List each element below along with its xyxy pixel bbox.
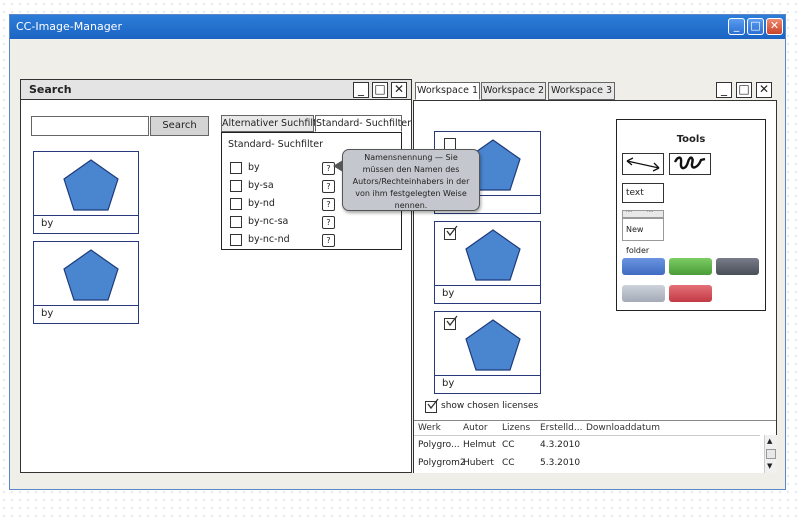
license-table: Werk Autor Lizens Erstelld... Downloadda… bbox=[414, 420, 777, 473]
check-icon bbox=[427, 398, 439, 410]
tooltip-pointer bbox=[333, 160, 343, 172]
table-row[interactable]: Polygrom2 Hubert CC 5.3.2010 bbox=[414, 456, 760, 472]
double-arrow-icon bbox=[626, 157, 660, 172]
color-swatch-green[interactable] bbox=[669, 258, 712, 275]
folder-tab: ···· bbox=[626, 209, 633, 215]
check-icon bbox=[446, 315, 458, 327]
table-cell: 5.3.2010 bbox=[540, 458, 581, 468]
filter-heading: Standard- Suchfilter bbox=[228, 139, 324, 150]
tools-panel: Tools text ···· ···· New folder bbox=[616, 119, 766, 311]
column-header[interactable]: Autor bbox=[463, 423, 488, 433]
filter-checkbox[interactable] bbox=[230, 198, 242, 210]
filter-label: by-sa bbox=[248, 180, 274, 191]
help-button[interactable]: ? bbox=[322, 234, 335, 247]
search-panel-title: Search bbox=[29, 83, 72, 96]
tab-alternative-filter[interactable]: Alternativer Suchfilter bbox=[221, 115, 326, 132]
help-button[interactable]: ? bbox=[322, 216, 335, 229]
pentagon-image bbox=[465, 229, 521, 281]
filter-label: by-nc-sa bbox=[248, 216, 289, 227]
filter-label: by-nd bbox=[248, 198, 275, 209]
column-header[interactable]: Downloaddatum bbox=[586, 423, 660, 433]
text-tool-button[interactable]: text bbox=[622, 183, 664, 203]
result-thumbnail[interactable]: by bbox=[33, 151, 139, 234]
close-icon[interactable]: ✕ bbox=[391, 82, 407, 98]
thumbnail-caption: by bbox=[41, 308, 54, 319]
filter-checkbox[interactable] bbox=[230, 216, 242, 228]
tab-standard-filter[interactable]: Standard- Suchfilter bbox=[315, 115, 411, 132]
pentagon-image bbox=[63, 159, 119, 211]
pentagon-image bbox=[465, 319, 521, 371]
tooltip-text: Namensnennung — Sie müssen den Namen des… bbox=[352, 153, 470, 210]
new-folder-button[interactable]: New folder bbox=[622, 218, 664, 255]
tab-workspace-2[interactable]: Workspace 2 bbox=[481, 82, 546, 100]
table-cell: Helmut bbox=[463, 440, 496, 450]
close-button[interactable]: ✕ bbox=[766, 18, 783, 35]
minimize-icon[interactable]: _ bbox=[353, 82, 369, 98]
filter-label: by bbox=[248, 162, 260, 173]
result-thumbnail[interactable]: by bbox=[33, 241, 139, 324]
color-swatch-light-gray[interactable] bbox=[622, 285, 665, 302]
search-panel: Search _ □ ✕ Search by by Alternativer S… bbox=[20, 79, 412, 473]
color-swatch-blue[interactable] bbox=[622, 258, 665, 275]
filter-checkbox[interactable] bbox=[230, 162, 242, 174]
help-button[interactable]: ? bbox=[322, 180, 335, 193]
scroll-up-icon[interactable]: ▲ bbox=[767, 437, 772, 445]
tab-workspace-3[interactable]: Workspace 3 bbox=[548, 82, 615, 100]
search-input[interactable] bbox=[31, 116, 149, 136]
table-cell: Hubert bbox=[463, 458, 494, 468]
check-icon bbox=[446, 225, 458, 237]
table-cell: 4.3.2010 bbox=[540, 440, 581, 450]
column-header[interactable]: Werk bbox=[418, 423, 441, 433]
scroll-thumb[interactable] bbox=[766, 449, 776, 459]
search-panel-header: Search _ □ ✕ bbox=[21, 80, 411, 100]
pentagon-image bbox=[63, 249, 119, 301]
folder-tab: ···· bbox=[647, 209, 654, 215]
minimize-icon[interactable]: _ bbox=[716, 82, 732, 98]
table-scrollbar[interactable]: ▲ ▼ bbox=[764, 435, 777, 473]
table-cell: Polygro... bbox=[418, 440, 460, 450]
thumbnail-caption: by bbox=[442, 288, 455, 299]
thumbnail-caption: by bbox=[41, 218, 54, 229]
arrow-tool-button[interactable] bbox=[622, 153, 664, 175]
help-button[interactable]: ? bbox=[322, 198, 335, 211]
maximize-icon[interactable]: □ bbox=[372, 82, 388, 98]
column-header[interactable]: Lizens bbox=[502, 423, 530, 433]
filter-label: by-nc-nd bbox=[248, 234, 290, 245]
minimize-button[interactable]: _ bbox=[728, 18, 745, 35]
table-header: Werk Autor Lizens Erstelld... Downloadda… bbox=[414, 421, 760, 436]
column-header[interactable]: Erstelld... bbox=[540, 423, 582, 433]
search-button[interactable]: Search bbox=[150, 116, 209, 136]
color-swatch-red[interactable] bbox=[669, 285, 712, 302]
workspace-thumbnail[interactable]: by bbox=[434, 221, 541, 304]
table-row[interactable]: Polygro... Helmut CC 4.3.2010 bbox=[414, 438, 760, 454]
tab-workspace-1[interactable]: Workspace 1 bbox=[415, 82, 480, 100]
maximize-button[interactable]: □ bbox=[747, 18, 764, 35]
squiggle-icon bbox=[673, 156, 706, 170]
workspace-thumbnail[interactable]: by bbox=[434, 311, 541, 394]
scroll-down-icon[interactable]: ▼ bbox=[767, 462, 772, 470]
show-chosen-label: show chosen licenses bbox=[441, 401, 539, 411]
title-bar: CC-Image-Manager _ □ ✕ bbox=[10, 15, 785, 39]
license-tooltip: Namensnennung — Sie müssen den Namen des… bbox=[342, 149, 480, 211]
table-cell: Polygrom2 bbox=[418, 458, 466, 468]
filter-checkbox[interactable] bbox=[230, 234, 242, 246]
window-title: CC-Image-Manager bbox=[16, 20, 122, 33]
freehand-tool-button[interactable] bbox=[669, 153, 711, 175]
table-cell: CC bbox=[502, 458, 515, 468]
table-cell: CC bbox=[502, 440, 515, 450]
maximize-icon[interactable]: □ bbox=[736, 82, 752, 98]
close-icon[interactable]: ✕ bbox=[756, 82, 772, 98]
tools-title: Tools bbox=[676, 134, 706, 145]
color-swatch-dark-gray[interactable] bbox=[716, 258, 759, 275]
thumbnail-caption: by bbox=[442, 378, 455, 389]
folder-tabs: ···· ···· bbox=[622, 209, 664, 218]
filter-checkbox[interactable] bbox=[230, 180, 242, 192]
